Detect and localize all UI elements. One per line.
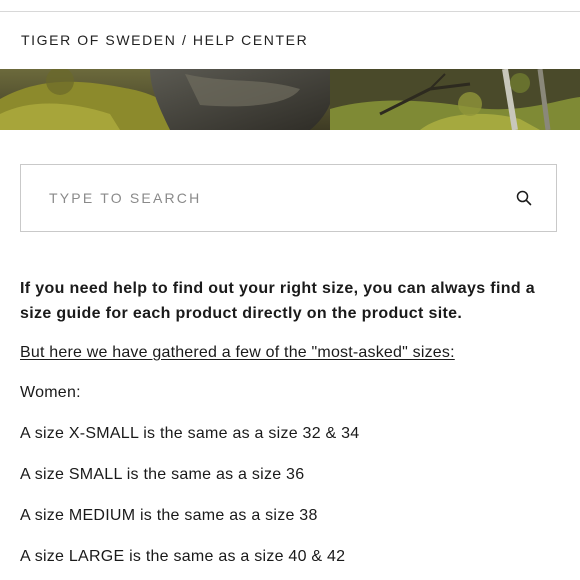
size-row-medium: A size MEDIUM is the same as a size 38 (20, 507, 318, 524)
size-row-large: A size LARGE is the same as a size 40 & … (20, 548, 346, 565)
search-box (20, 164, 557, 232)
search-input[interactable] (22, 166, 492, 230)
search-icon[interactable] (516, 190, 532, 206)
size-row-small: A size SMALL is the same as a size 36 (20, 466, 305, 483)
hero-banner-image (0, 69, 580, 130)
help-article-content: If you need help to find out your right … (20, 276, 560, 567)
most-asked-sizes-link[interactable]: But here we have gathered a few of the "… (20, 343, 455, 363)
section-label-women: Women: (20, 384, 81, 401)
help-center-page: TIGER OF SWEDEN / HELP CENTER TYPE TO SE… (0, 0, 580, 580)
breadcrumb[interactable]: TIGER OF SWEDEN / HELP CENTER (21, 32, 308, 48)
size-row-x-small: A size X-SMALL is the same as a size 32 … (20, 425, 360, 442)
header: TIGER OF SWEDEN / HELP CENTER (0, 12, 580, 68)
article-intro: If you need help to find out your right … (20, 280, 536, 322)
